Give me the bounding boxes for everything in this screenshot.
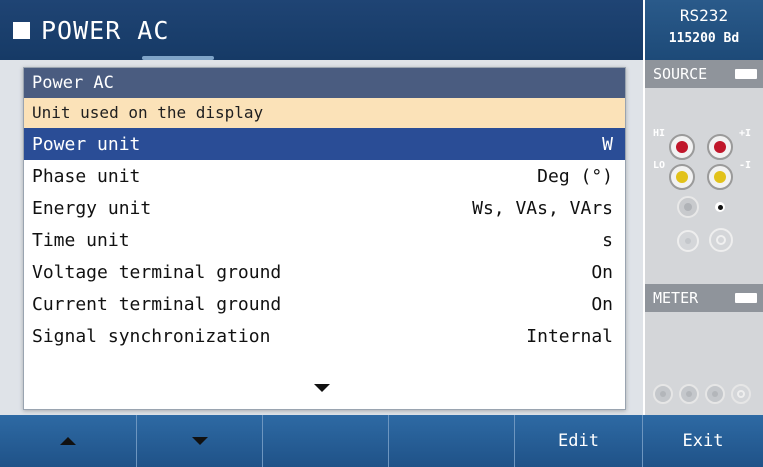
setting-label: Signal synchronization <box>32 325 271 347</box>
down-arrow-icon <box>191 437 208 445</box>
setting-value: Internal <box>526 325 613 347</box>
aux-terminal-4-icon <box>709 228 733 252</box>
setting-label: Current terminal ground <box>32 293 282 315</box>
setting-value: Deg (°) <box>537 165 613 187</box>
source-label: SOURCE <box>653 65 708 83</box>
interface-label: RS232 <box>679 6 729 25</box>
plus-i-label: +I <box>739 128 752 139</box>
setting-row[interactable]: Voltage terminal ground On <box>24 256 625 288</box>
interface-status: RS232 115200 Bd <box>645 0 763 60</box>
hi-terminal-icon <box>669 134 695 160</box>
terminal-panel: SOURCE HI +I LO -I METER <box>645 60 763 415</box>
down-button[interactable] <box>137 415 263 467</box>
setting-row[interactable]: Signal synchronization Internal <box>24 320 625 352</box>
meter-terminal-1-icon <box>653 384 673 404</box>
edit-button[interactable]: Edit <box>515 415 643 467</box>
softkey-4-button[interactable] <box>389 415 515 467</box>
setting-label: Time unit <box>32 229 130 251</box>
setting-row[interactable]: Current terminal ground On <box>24 288 625 320</box>
page-title: POWER AC <box>41 15 170 45</box>
setting-value: On <box>591 261 613 283</box>
setting-value: On <box>591 293 613 315</box>
minus-i-terminal-icon <box>707 164 733 190</box>
lo-label: LO <box>653 160 666 171</box>
setting-value: W <box>602 133 613 155</box>
setting-row[interactable]: Phase unit Deg (°) <box>24 160 625 192</box>
minus-i-label: -I <box>739 160 752 171</box>
meter-section: METER <box>645 284 763 312</box>
dialog-title: Power AC <box>24 68 625 98</box>
meter-terminal-3-icon <box>705 384 725 404</box>
softkey-3-button[interactable] <box>263 415 389 467</box>
setting-row[interactable]: Power unit W <box>24 128 625 160</box>
lo-terminal-icon <box>669 164 695 190</box>
source-section: SOURCE <box>645 60 763 88</box>
aux-terminal-3-icon <box>677 230 699 252</box>
meter-label: METER <box>653 289 699 307</box>
softkey-bar: Edit Exit <box>0 415 763 467</box>
settings-dialog: Power AC Unit used on the display Power … <box>23 67 626 410</box>
setting-label: Energy unit <box>32 197 152 219</box>
edit-label: Edit <box>558 431 599 451</box>
exit-label: Exit <box>682 431 724 451</box>
dialog-description: Unit used on the display <box>24 98 625 128</box>
setting-label: Voltage terminal ground <box>32 261 282 283</box>
setting-label: Power unit <box>32 133 141 155</box>
hi-label: HI <box>653 128 666 139</box>
plus-i-terminal-icon <box>707 134 733 160</box>
up-arrow-icon <box>60 437 76 445</box>
setting-row[interactable]: Energy unit Ws, VAs, VArs <box>24 192 625 224</box>
app-square-icon <box>13 21 30 39</box>
meter-terminal-2-icon <box>679 384 699 404</box>
setting-label: Phase unit <box>32 165 141 187</box>
settings-list: Power unit W Phase unit Deg (°) Energy unit W… <box>24 128 625 352</box>
chevron-down-icon[interactable] <box>314 384 330 392</box>
meter-led-icon <box>735 293 757 303</box>
title-bar: POWER AC <box>0 0 643 60</box>
setting-value: Ws, VAs, VArs <box>472 197 613 219</box>
source-led-icon <box>735 69 757 79</box>
baud-rate: 115200 Bd <box>668 31 740 46</box>
exit-button[interactable]: Exit <box>643 415 763 467</box>
setting-row[interactable]: Time unit s <box>24 224 625 256</box>
up-button[interactable] <box>0 415 137 467</box>
aux-terminal-1-icon <box>677 196 699 218</box>
setting-value: s <box>602 229 613 251</box>
meter-terminal-4-icon <box>731 384 751 404</box>
aux-terminal-2-icon <box>709 196 731 218</box>
